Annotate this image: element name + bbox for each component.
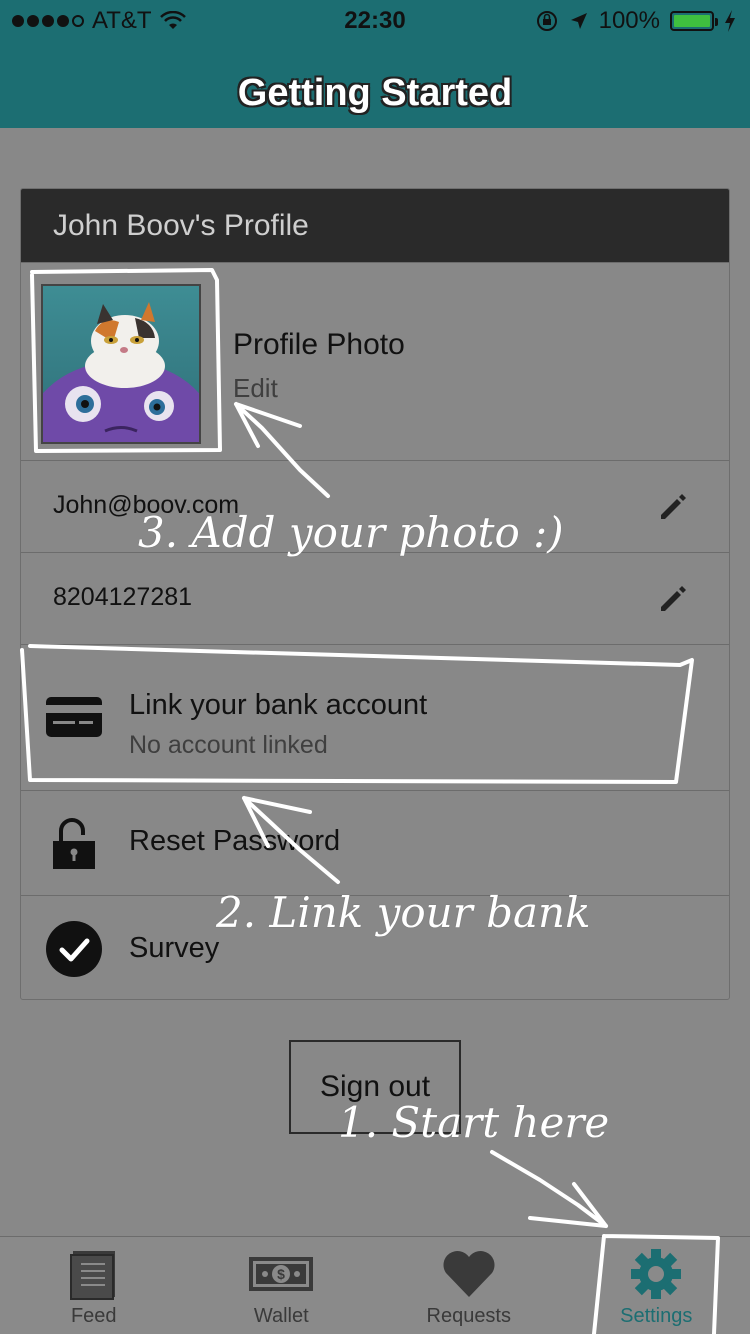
tab-settings[interactable]: Settings (563, 1237, 750, 1334)
settings-arrow (490, 1150, 608, 1228)
charging-bolt-icon (725, 10, 735, 32)
tab-settings-label: Settings (620, 1305, 693, 1327)
reset-password-row[interactable]: Reset Password (21, 790, 729, 895)
feed-icon (69, 1251, 115, 1300)
tab-wallet-label: Wallet (253, 1305, 309, 1327)
wallet-icon: $ (249, 1257, 314, 1291)
profile-photo-avatar[interactable] (41, 284, 201, 444)
rotation-lock-icon (536, 11, 557, 31)
svg-text:$: $ (277, 1266, 285, 1282)
link-bank-title: Link your bank account (129, 689, 428, 721)
battery-percent: 100% (598, 7, 660, 34)
navigation-bar: Getting Started (0, 40, 750, 128)
link-bank-account-row[interactable]: Link your bank account No account linked (21, 644, 729, 790)
edit-phone-pencil-icon[interactable] (657, 583, 689, 615)
battery-icon (670, 11, 718, 31)
heart-icon (443, 1250, 495, 1297)
bank-status: No account linked (129, 731, 328, 759)
step-2-note: 2. Link your bank (216, 888, 591, 937)
location-arrow-icon (570, 13, 587, 29)
status-bar: AT&T 22:30 100% (0, 0, 750, 40)
checkmark-circle-icon (46, 921, 102, 977)
phone-row[interactable]: 8204127281 (21, 552, 729, 644)
tab-requests[interactable]: Requests (375, 1237, 563, 1334)
tab-wallet[interactable]: $ Wallet (188, 1237, 376, 1334)
status-right: 100% (535, 7, 736, 35)
tab-requests-label: Requests (426, 1305, 512, 1327)
page-title: Getting Started (237, 72, 513, 114)
tab-bar: Feed $ Wallet Requests Settings (0, 1236, 750, 1334)
profile-card-title: John Boov's Profile (21, 189, 729, 262)
gear-icon (631, 1249, 682, 1299)
unlock-icon (53, 818, 95, 869)
profile-photo-edit-link[interactable]: Edit (233, 373, 278, 404)
reset-password-label: Reset Password (129, 825, 341, 857)
profile-photo-label: Profile Photo (233, 328, 405, 361)
profile-photo-row[interactable]: Profile Photo Edit (21, 262, 729, 460)
survey-label: Survey (129, 932, 220, 964)
edit-email-pencil-icon[interactable] (657, 491, 689, 523)
credit-card-icon (46, 697, 102, 737)
step-3-note: 3. Add your photo :) (138, 508, 564, 557)
tab-feed-label: Feed (70, 1305, 117, 1327)
tab-feed[interactable]: Feed (0, 1237, 188, 1334)
step-1-note: 1. Start here (338, 1098, 610, 1147)
phone-value: 8204127281 (53, 583, 193, 611)
profile-card: John Boov's Profile Profile Photo Edit J… (20, 188, 730, 1000)
